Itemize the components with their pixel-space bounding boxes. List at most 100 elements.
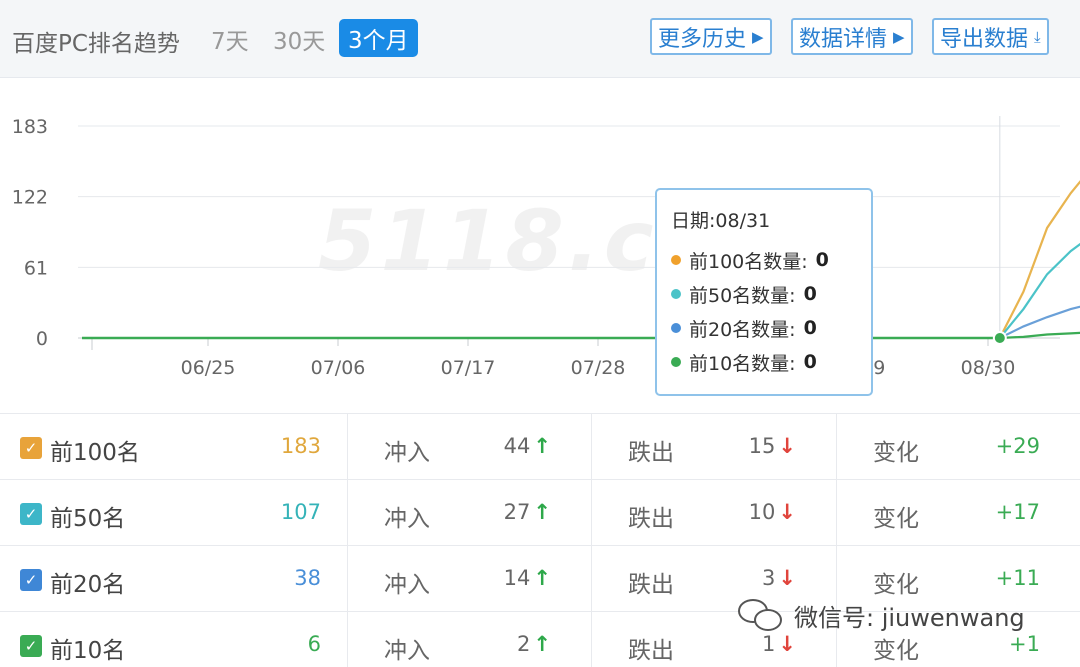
tooltip-label: 前100名数量: (689, 250, 808, 273)
more-history-label: 更多历史 (658, 26, 747, 52)
x-tick-label: 07/06 (311, 357, 366, 379)
change-value: +1 (1009, 632, 1040, 656)
table-row: ✓ 前100名 183 冲入 44 ↑ 跌出 15 ↓ 变化 +29 (0, 413, 1080, 480)
series-dot (671, 357, 681, 367)
rush-in-value: 2 ↑ (517, 632, 551, 656)
range-tab-3-months[interactable]: 3个月 (339, 19, 418, 57)
ranking-label: 前20名 (50, 572, 126, 598)
wechat-icon (738, 598, 784, 633)
more-history-button[interactable]: 更多历史 ▶ (650, 18, 772, 55)
drop-out-value: 15 ↓ (749, 434, 796, 458)
x-tick-label: 08/30 (961, 357, 1016, 379)
x-tick-label: 06/25 (181, 357, 236, 379)
tooltip-row: 前100名数量: 0 (671, 243, 857, 277)
range-tab-30-days[interactable]: 30天 (273, 22, 325, 56)
tooltip-value: 0 (803, 351, 817, 373)
chart-tooltip: 日期:08/31 前100名数量: 0 前50名数量: 0 前20名数量: 0 … (655, 188, 873, 396)
trend-chart-svg: 18312261006/2507/0607/1707/2808/0808/190… (12, 116, 1080, 379)
ranking-count: 183 (280, 434, 321, 458)
drop-out-number: 1 (762, 632, 776, 656)
ranking-cell: ✓ 前50名 107 (0, 480, 348, 546)
drop-out-number: 15 (748, 434, 776, 458)
rush-in-value: 44 ↑ (504, 434, 551, 458)
change-cell: 变化 +29 (837, 414, 1080, 480)
drop-out-label: 跌出 (628, 506, 674, 532)
hover-point (992, 331, 1007, 345)
trend-chart: 5118.com 183 122 61 0 06/25 07/06 07/17 07/28 08… (0, 80, 1080, 410)
caret-right-icon: ▶ (893, 27, 905, 46)
trend-header: 百度PC排名趋势 7天 30天 3个月 更多历史 ▶ 数据详情 ▶ 导出数据 ⤓ (0, 0, 1080, 78)
tooltip-row: 前20名数量: 0 (671, 311, 857, 345)
drop-out-value: 1 ↓ (762, 632, 796, 656)
tooltip-value: 0 (803, 317, 817, 339)
arrow-down-icon: ↓ (778, 632, 796, 656)
drop-out-label: 跌出 (628, 572, 674, 598)
change-value: +11 (995, 566, 1040, 590)
checkbox-checked-icon[interactable]: ✓ (20, 503, 42, 525)
tooltip-label: 前50名数量: (689, 284, 796, 307)
rush-in-label: 冲入 (384, 638, 430, 664)
range-tab-7-days[interactable]: 7天 (211, 22, 249, 56)
y-tick-label: 61 (24, 257, 48, 279)
rush-in-number: 27 (503, 500, 531, 524)
y-tick-label: 0 (36, 328, 48, 350)
drop-out-label: 跌出 (628, 440, 674, 466)
rush-in-number: 2 (517, 632, 531, 656)
change-label: 变化 (873, 506, 919, 532)
arrow-up-icon: ↑ (533, 632, 551, 656)
arrow-down-icon: ↓ (778, 500, 796, 524)
ranking-count: 38 (294, 566, 321, 590)
y-tick-label: 183 (12, 116, 48, 138)
arrow-down-icon: ↓ (778, 566, 796, 590)
data-details-label: 数据详情 (799, 26, 888, 52)
series-dot (671, 289, 681, 299)
rush-in-number: 44 (503, 434, 531, 458)
download-icon: ⤓ (1034, 27, 1041, 46)
change-cell: 变化 +17 (837, 480, 1080, 546)
rush-in-value: 27 ↑ (504, 500, 551, 524)
change-value: +29 (995, 434, 1040, 458)
drop-out-cell: 跌出 10 ↓ (592, 480, 837, 546)
checkbox-checked-icon[interactable]: ✓ (20, 569, 42, 591)
rush-in-cell: 冲入 27 ↑ (348, 480, 592, 546)
export-data-button[interactable]: 导出数据 ⤓ (932, 18, 1049, 55)
ranking-label: 前50名 (50, 506, 126, 532)
tooltip-date: 日期:08/31 (671, 210, 771, 232)
table-row: ✓ 前50名 107 冲入 27 ↑ 跌出 10 ↓ 变化 +17 (0, 479, 1080, 546)
arrow-down-icon: ↓ (778, 434, 796, 458)
arrow-up-icon: ↑ (533, 566, 551, 590)
data-details-button[interactable]: 数据详情 ▶ (791, 18, 913, 55)
drop-out-cell: 跌出 15 ↓ (592, 414, 837, 480)
ranking-label: 前10名 (50, 638, 126, 664)
ranking-cell: ✓ 前20名 38 (0, 546, 348, 612)
caret-right-icon: ▶ (752, 27, 764, 46)
arrow-up-icon: ↑ (533, 434, 551, 458)
series-dot (671, 255, 681, 265)
tooltip-value: 0 (803, 283, 817, 305)
drop-out-value: 3 ↓ (762, 566, 796, 590)
tooltip-label: 前20名数量: (689, 318, 796, 341)
tooltip-row: 前50名数量: 0 (671, 277, 857, 311)
tooltip-value: 0 (815, 249, 829, 271)
drop-out-number: 3 (762, 566, 776, 590)
series-dot (671, 323, 681, 333)
ranking-cell: ✓ 前100名 183 (0, 414, 348, 480)
wechat-id-label: 微信号: jiuwenwang (794, 604, 1025, 632)
x-tick-label: 07/17 (441, 357, 496, 379)
rush-in-value: 14 ↑ (504, 566, 551, 590)
drop-out-number: 10 (748, 500, 776, 524)
checkbox-checked-icon[interactable]: ✓ (20, 437, 42, 459)
arrow-up-icon: ↑ (533, 500, 551, 524)
drop-out-label: 跌出 (628, 638, 674, 664)
x-tick-label: 07/28 (571, 357, 626, 379)
rush-in-cell: 冲入 14 ↑ (348, 546, 592, 612)
rush-in-cell: 冲入 44 ↑ (348, 414, 592, 480)
rush-in-label: 冲入 (384, 440, 430, 466)
series-line (998, 180, 1080, 339)
checkbox-checked-icon[interactable]: ✓ (20, 635, 42, 657)
tooltip-label: 前10名数量: (689, 352, 796, 375)
change-value: +17 (995, 500, 1040, 524)
y-tick-label: 122 (12, 187, 48, 209)
change-label: 变化 (873, 440, 919, 466)
ranking-count: 6 (307, 632, 321, 656)
